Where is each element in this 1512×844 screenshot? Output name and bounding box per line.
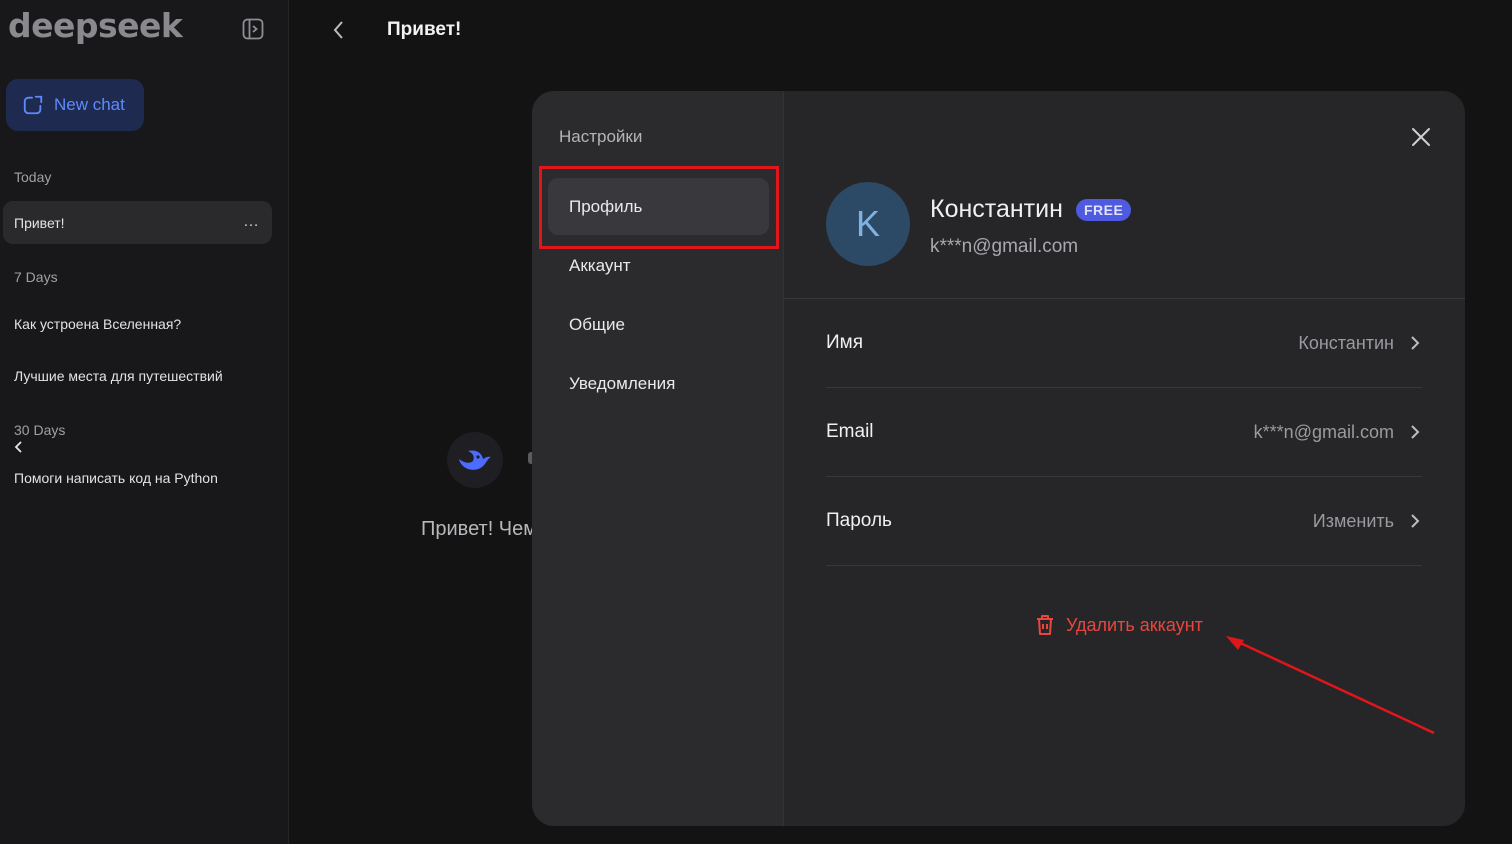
delete-account-button[interactable]: Удалить аккаунт bbox=[1034, 613, 1203, 637]
chevron-right-icon bbox=[1411, 514, 1420, 528]
row-label: Email bbox=[826, 421, 874, 442]
profile-name: Константин bbox=[930, 195, 1063, 223]
row-label: Пароль bbox=[826, 510, 892, 531]
sidebar: deepseek New chat Today Привет! … 7 Days… bbox=[0, 0, 289, 844]
row-value-group: Константин bbox=[1298, 333, 1422, 354]
chevron-left-icon[interactable] bbox=[12, 440, 26, 454]
section-label-7-days: 7 Days bbox=[14, 269, 58, 285]
sidebar-toggle-icon[interactable] bbox=[241, 17, 265, 41]
row-value: Константин bbox=[1298, 332, 1394, 353]
new-chat-button[interactable]: New chat bbox=[6, 79, 144, 131]
back-arrow-icon[interactable] bbox=[330, 19, 348, 41]
row-value-group: Изменить bbox=[1313, 511, 1422, 532]
plan-badge: FREE bbox=[1076, 199, 1132, 221]
app-root: deepseek New chat Today Привет! … 7 Days… bbox=[0, 0, 1512, 844]
page-title: Привет! bbox=[387, 19, 462, 40]
section-label-30-days: 30 Days bbox=[14, 422, 66, 438]
nav-item-general[interactable]: Общие bbox=[548, 296, 769, 353]
settings-modal: Настройки Профиль Аккаунт Общие Уведомле… bbox=[532, 91, 1465, 826]
avatar: K bbox=[826, 182, 910, 266]
chat-item-active[interactable]: Привет! … bbox=[3, 201, 272, 244]
chat-item[interactable]: Помоги написать код на Python bbox=[14, 470, 218, 486]
close-icon[interactable] bbox=[1409, 125, 1433, 149]
settings-nav: Настройки Профиль Аккаунт Общие Уведомле… bbox=[532, 91, 784, 826]
profile-row-email[interactable]: Email k***n@gmail.com bbox=[826, 388, 1422, 477]
section-label-today: Today bbox=[14, 169, 52, 185]
chat-item[interactable]: Как устроена Вселенная? bbox=[14, 316, 181, 332]
profile-email: k***n@gmail.com bbox=[930, 236, 1079, 257]
more-options-icon[interactable]: … bbox=[243, 213, 260, 231]
app-logo: deepseek bbox=[8, 6, 183, 45]
settings-title: Настройки bbox=[559, 127, 643, 146]
row-value: Изменить bbox=[1312, 510, 1394, 531]
nav-item-account[interactable]: Аккаунт bbox=[548, 237, 769, 294]
deepseek-whale-icon bbox=[447, 432, 503, 488]
trash-icon bbox=[1037, 615, 1053, 635]
chat-item-title: Привет! bbox=[14, 214, 65, 231]
profile-row-name[interactable]: Имя Константин bbox=[826, 299, 1422, 388]
row-label: Имя bbox=[826, 332, 864, 353]
profile-row-password[interactable]: Пароль Изменить bbox=[826, 477, 1422, 566]
chat-item[interactable]: Лучшие места для путешествий bbox=[14, 368, 223, 384]
row-value-group: k***n@gmail.com bbox=[1254, 422, 1422, 443]
chevron-right-icon bbox=[1411, 425, 1420, 439]
background-greeting: Привет! Чем bbox=[421, 518, 533, 540]
chevron-right-icon bbox=[1411, 336, 1420, 350]
row-value: k***n@gmail.com bbox=[1253, 421, 1394, 442]
new-chat-label: New chat bbox=[54, 95, 125, 114]
new-chat-icon bbox=[23, 95, 43, 115]
delete-account-label: Удалить аккаунт bbox=[1066, 614, 1203, 635]
nav-item-notifications[interactable]: Уведомления bbox=[548, 355, 769, 412]
